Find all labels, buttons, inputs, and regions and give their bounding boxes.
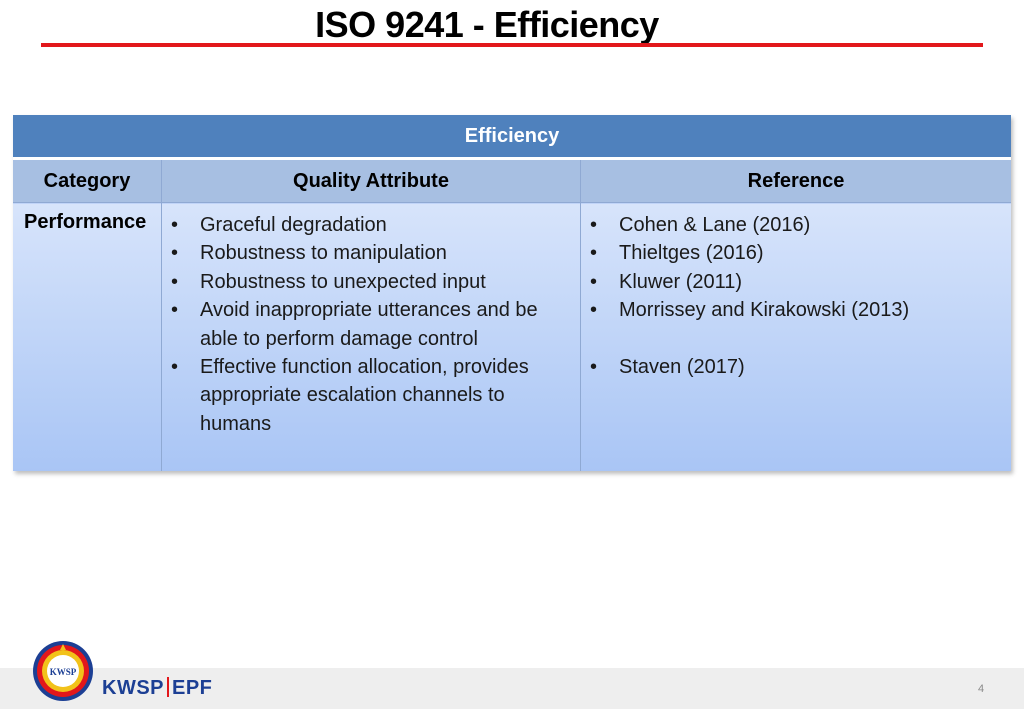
title-underline <box>41 43 983 47</box>
header-category: Category <box>13 158 162 203</box>
table-banner: Efficiency <box>13 115 1011 160</box>
reference-item: Staven (2017) <box>581 353 1003 382</box>
attribute-item: Effective function allocation, provides … <box>162 353 572 438</box>
attribute-item: Graceful degradation <box>162 211 572 240</box>
references-cell: Cohen & Lane (2016) Thieltges (2016) Klu… <box>580 202 1011 471</box>
kwsp-logo-icon: KWSP <box>33 641 93 701</box>
brand-epf: EPF <box>172 677 213 699</box>
category-cell: Performance <box>13 202 162 471</box>
header-quality-attribute: Quality Attribute <box>161 158 581 203</box>
brand-kwsp: KWSP <box>102 677 164 699</box>
slide-title: ISO 9241 - Efficiency <box>315 4 659 45</box>
efficiency-table: Efficiency Category Quality Attribute Re… <box>13 115 1011 471</box>
brand-separator <box>167 677 169 697</box>
header-reference: Reference <box>580 158 1011 203</box>
reference-item: Cohen & Lane (2016) <box>581 211 1003 240</box>
attribute-item: Avoid inappropriate utterances and be ab… <box>162 296 572 353</box>
brand-wordmark: KWSP EPF <box>102 677 212 700</box>
page-number: 4 <box>978 683 985 695</box>
logo-monogram: KWSP <box>50 667 77 677</box>
slide: ISO 9241 - Efficiency Efficiency Categor… <box>0 0 1024 709</box>
reference-item: Morrissey and Kirakowski (2013) <box>581 296 1003 325</box>
reference-item: Thieltges (2016) <box>581 239 1003 268</box>
attribute-item: Robustness to manipulation <box>162 239 572 268</box>
attributes-cell: Graceful degradation Robustness to manip… <box>161 202 581 471</box>
attribute-item: Robustness to unexpected input <box>162 268 572 297</box>
reference-item: Kluwer (2011) <box>581 268 1003 297</box>
